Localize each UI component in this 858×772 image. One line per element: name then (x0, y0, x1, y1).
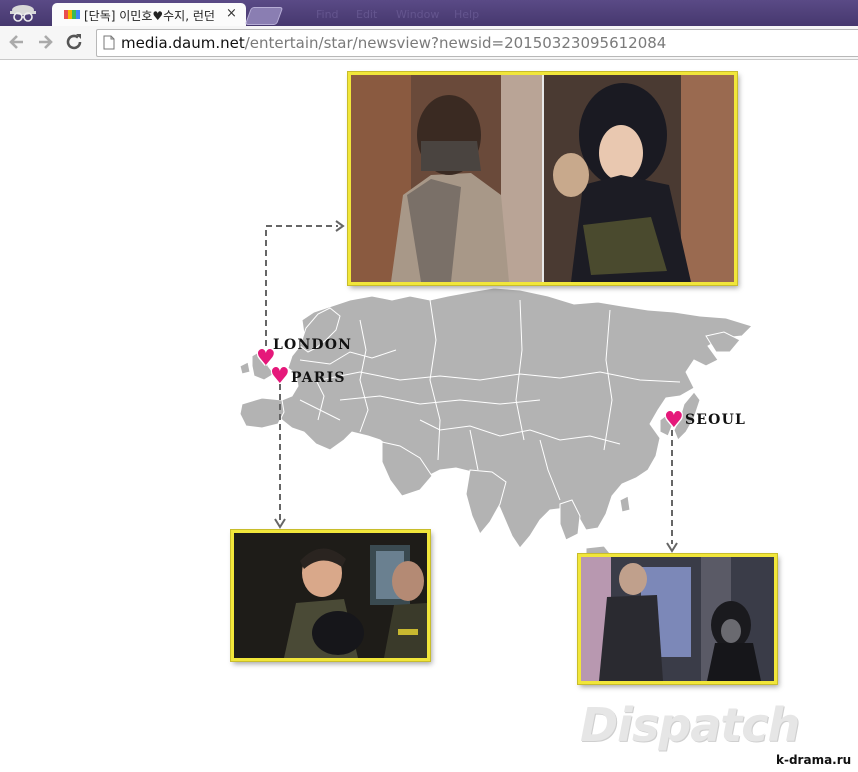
arrowhead-down-icon (274, 518, 286, 529)
page-icon (103, 35, 115, 50)
close-tab-icon[interactable]: × (226, 6, 237, 21)
url-text[interactable]: media.daum.net/entertain/star/newsview?n… (121, 34, 666, 52)
menu-ghost: Edit (356, 8, 378, 21)
city-label-london: LONDON (273, 337, 353, 353)
menu-ghost: Help (454, 8, 480, 21)
active-tab[interactable]: [단독] 이민호♥수지, 런던 × (52, 3, 246, 26)
seoul-heart-icon: ♥ (664, 408, 684, 433)
seoul-photo (578, 554, 777, 684)
menu-ghost: Window (396, 8, 440, 21)
tab-title: [단독] 이민호♥수지, 런던 (84, 9, 215, 23)
paris-heart-icon: ♥ (270, 364, 290, 389)
city-label-paris: PARIS (291, 370, 346, 386)
arrowhead-down-icon (666, 542, 678, 553)
incognito-icon (10, 5, 36, 22)
address-bar[interactable]: media.daum.net/entertain/star/newsview?n… (96, 29, 858, 57)
paris-photo (231, 530, 430, 661)
url-host: media.daum.net (121, 34, 245, 52)
tab-strip: [단독] 이민호♥수지, 런던 × Find Edit Window Help (0, 0, 858, 26)
reload-icon[interactable] (63, 31, 85, 53)
london-photo (348, 72, 737, 285)
url-path: /entertain/star/newsview?newsid=20150323… (244, 34, 667, 52)
site-credit: k-drama.ru (776, 753, 852, 767)
city-label-seoul: SEOUL (685, 412, 747, 428)
daum-favicon-icon (64, 10, 80, 19)
back-icon[interactable] (6, 31, 28, 53)
menu-ghost: Find (316, 8, 339, 21)
forward-icon[interactable] (34, 31, 56, 53)
dispatch-watermark: Dispatch (580, 698, 800, 752)
browser-toolbar: media.daum.net/entertain/star/newsview?n… (0, 26, 858, 60)
new-tab-button[interactable] (244, 7, 284, 25)
